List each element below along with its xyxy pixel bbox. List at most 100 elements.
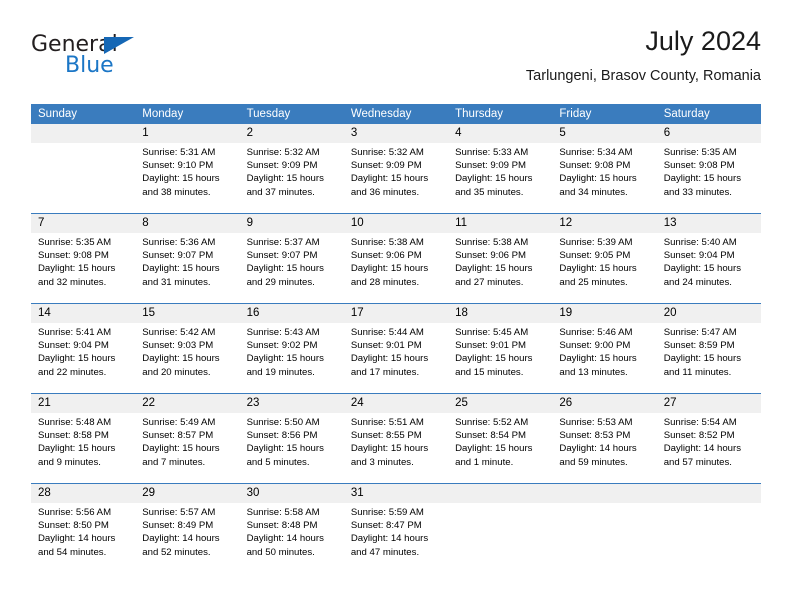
- day-number-20[interactable]: 20: [657, 304, 761, 323]
- day-daylight-line2: and 25 minutes.: [559, 276, 628, 288]
- day-daylight-line1: Daylight: 15 hours: [350, 443, 429, 455]
- day-sunset: Sunset: 9:04 PM: [38, 340, 109, 352]
- day-cell-7[interactable]: Sunrise: 5:35 AM Sunset: 9:08 PM Daylight:…: [31, 233, 135, 303]
- day-cell-1[interactable]: Sunrise: 5:31 AM Sunset: 9:10 PM Daylight:…: [135, 143, 239, 213]
- day-sunset: Sunset: 8:49 PM: [142, 520, 214, 532]
- day-daylight-line2: and 9 minutes.: [38, 456, 101, 468]
- day-number-14[interactable]: 14: [31, 304, 135, 323]
- day-cell-29[interactable]: Sunrise: 5:57 AM Sunset: 8:49 PM Daylight:…: [135, 503, 239, 573]
- day-sunrise: Sunrise: 5:54 AM: [663, 417, 737, 428]
- day-cell-6[interactable]: Sunrise: 5:35 AM Sunset: 9:08 PM Daylight:…: [657, 143, 761, 213]
- day-number-30[interactable]: 30: [240, 484, 344, 503]
- day-daylight-line2: and 20 minutes.: [142, 366, 211, 378]
- calendar-week-row: 1 2 3 4 5 6 Sunrise: 5:31 AM Sunset: 9:10 PM Day…: [31, 124, 761, 213]
- day-sunset: Sunset: 9:09 PM: [455, 160, 527, 172]
- day-sunset: Sunset: 9:04 PM: [663, 250, 735, 262]
- day-cell-13[interactable]: Sunrise: 5:40 AM Sunset: 9:04 PM Daylight:…: [657, 233, 761, 303]
- day-number-18[interactable]: 18: [448, 304, 552, 323]
- day-sunset: Sunset: 8:53 PM: [559, 430, 631, 442]
- day-number-empty: [448, 484, 552, 503]
- week-detail-band: Sunrise: 5:35 AM Sunset: 9:08 PM Daylight:…: [31, 233, 761, 303]
- day-number-27[interactable]: 27: [657, 394, 761, 413]
- day-sunset: Sunset: 8:58 PM: [38, 430, 109, 442]
- day-number-23[interactable]: 23: [240, 394, 344, 413]
- day-daylight-line2: and 34 minutes.: [559, 186, 628, 198]
- day-cell-20[interactable]: Sunrise: 5:47 AM Sunset: 8:59 PM Daylight:…: [657, 323, 761, 393]
- day-cell-21[interactable]: Sunrise: 5:48 AM Sunset: 8:58 PM Daylight:…: [31, 413, 135, 483]
- day-daylight-line2: and 24 minutes.: [663, 276, 732, 288]
- day-number-25[interactable]: 25: [448, 394, 552, 413]
- day-sunset: Sunset: 8:56 PM: [246, 430, 318, 442]
- day-number-4[interactable]: 4: [448, 124, 552, 143]
- day-daylight-line2: and 47 minutes.: [350, 546, 420, 558]
- day-cell-15[interactable]: Sunrise: 5:42 AM Sunset: 9:03 PM Daylight:…: [135, 323, 239, 393]
- day-cell-4[interactable]: Sunrise: 5:33 AM Sunset: 9:09 PM Daylight:…: [448, 143, 552, 213]
- weekday-header-saturday: Saturday: [663, 108, 710, 120]
- day-cell-22[interactable]: Sunrise: 5:49 AM Sunset: 8:57 PM Daylight:…: [135, 413, 239, 483]
- day-cell-8[interactable]: Sunrise: 5:36 AM Sunset: 9:07 PM Daylight:…: [135, 233, 239, 303]
- day-number-19[interactable]: 19: [552, 304, 656, 323]
- day-cell-18[interactable]: Sunrise: 5:45 AM Sunset: 9:01 PM Daylight:…: [448, 323, 552, 393]
- day-number-29[interactable]: 29: [135, 484, 239, 503]
- day-cell-14[interactable]: Sunrise: 5:41 AM Sunset: 9:04 PM Daylight:…: [31, 323, 135, 393]
- day-number-empty: [552, 484, 656, 503]
- day-cell-24[interactable]: Sunrise: 5:51 AM Sunset: 8:55 PM Daylight:…: [344, 413, 448, 483]
- day-number-21[interactable]: 21: [31, 394, 135, 413]
- day-cell-19[interactable]: Sunrise: 5:46 AM Sunset: 9:00 PM Daylight:…: [552, 323, 656, 393]
- week-date-band: 14 15 16 17 18 19 20: [31, 304, 761, 323]
- day-number-6[interactable]: 6: [657, 124, 761, 143]
- page-title: July 2024: [645, 26, 761, 56]
- day-cell-23[interactable]: Sunrise: 5:50 AM Sunset: 8:56 PM Daylight:…: [240, 413, 344, 483]
- general-blue-logo[interactable]: General Blue: [31, 32, 211, 88]
- day-sunset: Sunset: 9:07 PM: [246, 250, 318, 262]
- day-cell-empty: [552, 503, 656, 573]
- day-number-22[interactable]: 22: [135, 394, 239, 413]
- day-cell-27[interactable]: Sunrise: 5:54 AM Sunset: 8:52 PM Daylight:…: [657, 413, 761, 483]
- logo-text-blue: Blue: [65, 53, 114, 78]
- day-cell-31[interactable]: Sunrise: 5:59 AM Sunset: 8:47 PM Daylight:…: [344, 503, 448, 573]
- day-cell-25[interactable]: Sunrise: 5:52 AM Sunset: 8:54 PM Daylight:…: [448, 413, 552, 483]
- day-number-11[interactable]: 11: [448, 214, 552, 233]
- day-number-15[interactable]: 15: [135, 304, 239, 323]
- day-cell-17[interactable]: Sunrise: 5:44 AM Sunset: 9:01 PM Daylight:…: [344, 323, 448, 393]
- day-number-12[interactable]: 12: [552, 214, 656, 233]
- day-sunrise: Sunrise: 5:36 AM: [142, 237, 216, 248]
- day-cell-16[interactable]: Sunrise: 5:43 AM Sunset: 9:02 PM Daylight:…: [240, 323, 344, 393]
- day-cell-28[interactable]: Sunrise: 5:56 AM Sunset: 8:50 PM Daylight:…: [31, 503, 135, 573]
- day-cell-3[interactable]: Sunrise: 5:32 AM Sunset: 9:09 PM Daylight:…: [344, 143, 448, 213]
- day-number-24[interactable]: 24: [344, 394, 448, 413]
- day-cell-empty: [448, 503, 552, 573]
- day-cell-5[interactable]: Sunrise: 5:34 AM Sunset: 9:08 PM Daylight:…: [552, 143, 656, 213]
- day-sunset: Sunset: 9:10 PM: [142, 160, 214, 172]
- day-daylight-line1: Daylight: 14 hours: [38, 533, 116, 545]
- day-cell-30[interactable]: Sunrise: 5:58 AM Sunset: 8:48 PM Daylight:…: [240, 503, 344, 573]
- day-cell-9[interactable]: Sunrise: 5:37 AM Sunset: 9:07 PM Daylight:…: [240, 233, 344, 303]
- day-number-26[interactable]: 26: [552, 394, 656, 413]
- day-number-8[interactable]: 8: [135, 214, 239, 233]
- day-cell-26[interactable]: Sunrise: 5:53 AM Sunset: 8:53 PM Daylight:…: [552, 413, 656, 483]
- day-daylight-line1: Daylight: 14 hours: [663, 443, 742, 455]
- day-daylight-line2: and 33 minutes.: [663, 186, 732, 198]
- day-number-7[interactable]: 7: [31, 214, 135, 233]
- day-number-28[interactable]: 28: [31, 484, 135, 503]
- day-number-31[interactable]: 31: [344, 484, 448, 503]
- day-number-2[interactable]: 2: [240, 124, 344, 143]
- day-number-10[interactable]: 10: [344, 214, 448, 233]
- day-cell-11[interactable]: Sunrise: 5:38 AM Sunset: 9:06 PM Daylight:…: [448, 233, 552, 303]
- day-sunset: Sunset: 8:57 PM: [142, 430, 214, 442]
- day-number-1[interactable]: 1: [135, 124, 239, 143]
- weekday-header-tuesday: Tuesday: [246, 108, 291, 120]
- day-sunset: Sunset: 9:07 PM: [142, 250, 214, 262]
- day-number-13[interactable]: 13: [657, 214, 761, 233]
- day-number-5[interactable]: 5: [552, 124, 656, 143]
- day-daylight-line1: Daylight: 15 hours: [663, 353, 742, 365]
- day-cell-2[interactable]: Sunrise: 5:32 AM Sunset: 9:09 PM Daylight:…: [240, 143, 344, 213]
- day-number-9[interactable]: 9: [240, 214, 344, 233]
- day-number-3[interactable]: 3: [344, 124, 448, 143]
- day-cell-12[interactable]: Sunrise: 5:39 AM Sunset: 9:05 PM Daylight:…: [552, 233, 656, 303]
- day-number-16[interactable]: 16: [240, 304, 344, 323]
- day-cell-10[interactable]: Sunrise: 5:38 AM Sunset: 9:06 PM Daylight:…: [344, 233, 448, 303]
- day-daylight-line1: Daylight: 15 hours: [246, 353, 324, 365]
- day-number-17[interactable]: 17: [344, 304, 448, 323]
- day-sunrise: Sunrise: 5:50 AM: [246, 417, 320, 428]
